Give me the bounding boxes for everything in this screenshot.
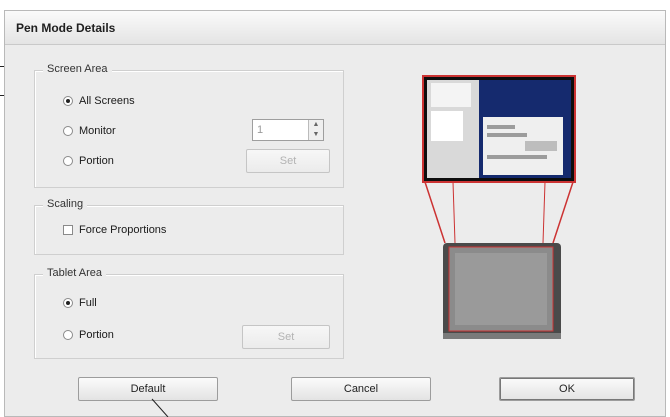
force-proportions-row[interactable]: Force Proportions bbox=[63, 224, 166, 236]
radio-label-full: Full bbox=[79, 297, 97, 309]
radio-label-portion-screen: Portion bbox=[79, 155, 114, 167]
tablet-set-button[interactable]: Set bbox=[242, 325, 330, 349]
radio-full[interactable]: Full bbox=[63, 297, 97, 309]
tablet-area-group: Tablet Area Full Portion Set bbox=[34, 267, 344, 359]
radio-portion-screen[interactable]: Portion bbox=[63, 155, 114, 167]
monitor-spinner[interactable]: 1 ▲ ▼ bbox=[252, 119, 324, 141]
tablet-preview-icon bbox=[443, 243, 561, 339]
spin-up-icon[interactable]: ▲ bbox=[309, 120, 323, 130]
title-bar: Pen Mode Details bbox=[5, 11, 665, 45]
radio-button-full[interactable] bbox=[63, 298, 73, 308]
radio-label-monitor: Monitor bbox=[79, 125, 116, 137]
dialog-title: Pen Mode Details bbox=[16, 21, 116, 35]
pen-mode-details-dialog: Pen Mode Details Screen Area All Screens… bbox=[4, 10, 666, 417]
cancel-button[interactable]: Cancel bbox=[291, 377, 431, 401]
scaling-group: Scaling Force Proportions bbox=[34, 198, 344, 255]
scaling-legend: Scaling bbox=[43, 198, 88, 210]
screen-area-group: Screen Area All Screens Monitor Portion … bbox=[34, 63, 344, 188]
radio-button-monitor[interactable] bbox=[63, 126, 73, 136]
ok-button[interactable]: OK bbox=[499, 377, 635, 401]
callout-line-default bbox=[151, 398, 169, 417]
default-button[interactable]: Default bbox=[78, 377, 218, 401]
screen-area-legend: Screen Area bbox=[43, 63, 112, 75]
radio-button-portion-tablet[interactable] bbox=[63, 330, 73, 340]
screen-set-button[interactable]: Set bbox=[246, 149, 330, 173]
monitor-spinner-value: 1 bbox=[257, 124, 264, 136]
spin-down-icon[interactable]: ▼ bbox=[309, 130, 323, 140]
radio-label-portion-tablet: Portion bbox=[79, 329, 114, 341]
screen-preview-icon bbox=[422, 75, 576, 183]
spinner-arrows[interactable]: ▲ ▼ bbox=[308, 120, 323, 140]
mapping-preview bbox=[422, 75, 576, 339]
radio-monitor[interactable]: Monitor bbox=[63, 125, 116, 137]
tablet-area-legend: Tablet Area bbox=[43, 267, 107, 279]
force-proportions-checkbox[interactable] bbox=[63, 225, 73, 235]
radio-portion-tablet[interactable]: Portion bbox=[63, 329, 114, 341]
force-proportions-label: Force Proportions bbox=[79, 224, 167, 236]
radio-all-screens[interactable]: All Screens bbox=[63, 95, 135, 107]
radio-label-all-screens: All Screens bbox=[79, 95, 135, 107]
radio-button-portion-screen[interactable] bbox=[63, 156, 73, 166]
radio-button-all-screens[interactable] bbox=[63, 96, 73, 106]
